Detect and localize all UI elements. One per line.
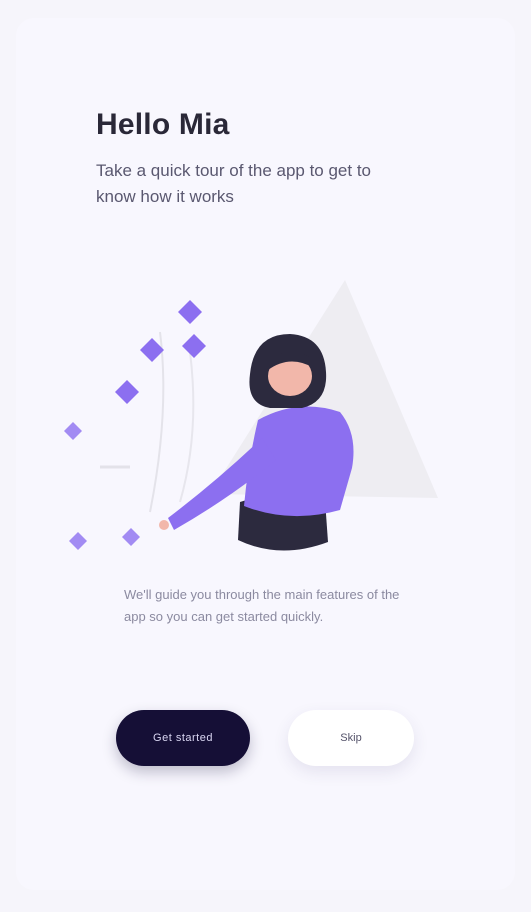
- page-subtitle: Take a quick tour of the app to get to k…: [96, 161, 372, 206]
- page-title: Hello Mia: [96, 108, 230, 141]
- floating-diamond-icon: [69, 532, 87, 550]
- floating-diamond-icon: [115, 380, 139, 404]
- floating-diamond-icon: [64, 422, 82, 440]
- onboarding-illustration: [40, 262, 460, 572]
- floating-diamond-icon: [122, 528, 140, 546]
- floating-diamond-icon: [178, 300, 202, 324]
- floating-diamond-icon: [182, 334, 206, 358]
- skip-button[interactable]: Skip: [288, 710, 414, 766]
- get-started-button[interactable]: Get started: [116, 710, 250, 766]
- person-illustration-icon: [64, 280, 438, 551]
- onboarding-description: We'll guide you through the main feature…: [124, 587, 400, 624]
